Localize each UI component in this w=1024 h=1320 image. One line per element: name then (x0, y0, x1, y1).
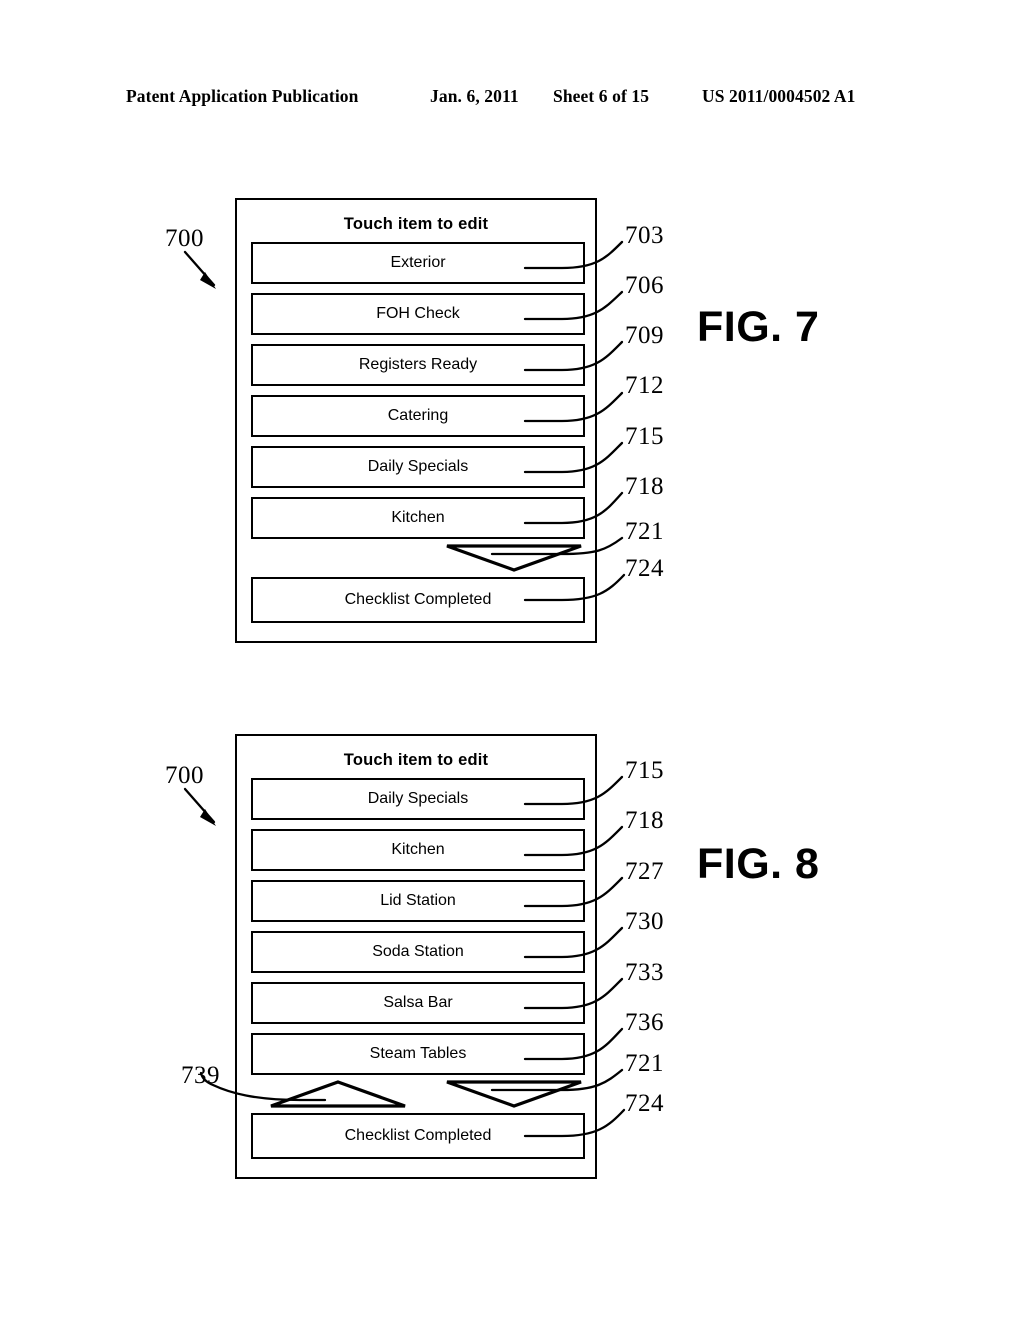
header-patent-number: US 2011/0004502 A1 (702, 86, 856, 106)
checklist-item-label: Daily Specials (367, 790, 469, 807)
leader-arrowhead-device-fig7 (200, 272, 216, 289)
checklist-item-button[interactable]: Lid Station (251, 880, 585, 922)
reference-numeral-724: 724 (625, 555, 664, 582)
checklist-completed-label: Checklist Completed (344, 1127, 492, 1144)
checklist-item-label: FOH Check (376, 305, 460, 322)
checklist-completed-label: Checklist Completed (344, 591, 492, 608)
panel-title-fig8: Touch item to edit (343, 751, 489, 769)
page-header: Patent Application Publication Jan. 6, 2… (0, 86, 1024, 112)
reference-numeral-739: 739 (181, 1062, 220, 1089)
reference-numeral-715: 715 (625, 757, 664, 784)
checklist-item-button[interactable]: Kitchen (251, 497, 585, 539)
checklist-item-label: Exterior (390, 254, 446, 271)
leader-line-device-fig8 (183, 787, 216, 824)
checklist-item-button[interactable]: Catering (251, 395, 585, 437)
checklist-completed-button[interactable]: Checklist Completed (251, 1113, 585, 1159)
device-panel-fig7: Touch item to edit Exterior FOH Check Re… (235, 198, 597, 643)
checklist-item-button[interactable]: Registers Ready (251, 344, 585, 386)
checklist-item-label: Kitchen (391, 509, 445, 526)
reference-numeral-733: 733 (625, 959, 664, 986)
scroll-up-arrow-icon[interactable] (269, 1079, 407, 1109)
checklist-completed-button[interactable]: Checklist Completed (251, 577, 585, 623)
reference-numeral-715: 715 (625, 423, 664, 450)
checklist-item-label: Lid Station (380, 892, 456, 909)
checklist-item-button[interactable]: Salsa Bar (251, 982, 585, 1024)
checklist-item-button[interactable]: Soda Station (251, 931, 585, 973)
figure-caption-fig8: FIG. 8 (697, 840, 820, 888)
leader-arrowhead-device-fig8 (200, 809, 216, 826)
checklist-item-label: Soda Station (372, 943, 464, 960)
reference-numeral-706: 706 (625, 272, 664, 299)
header-publication: Patent Application Publication (126, 86, 359, 106)
reference-numeral-718: 718 (625, 807, 664, 834)
checklist-item-label: Registers Ready (358, 356, 478, 373)
reference-numeral-device-fig8: 700 (165, 762, 204, 789)
checklist-item-button[interactable]: Kitchen (251, 829, 585, 871)
checklist-item-label: Salsa Bar (383, 994, 453, 1011)
leader-line-device-fig7 (183, 250, 216, 287)
checklist-item-button[interactable]: Steam Tables (251, 1033, 585, 1075)
reference-numeral-device-fig7: 700 (165, 225, 204, 252)
checklist-item-label: Steam Tables (369, 1045, 467, 1062)
reference-numeral-736: 736 (625, 1009, 664, 1036)
scroll-down-arrow-icon[interactable] (445, 1079, 583, 1109)
checklist-item-label: Daily Specials (367, 458, 469, 475)
panel-title-fig7: Touch item to edit (343, 215, 489, 233)
checklist-item-label: Catering (387, 407, 449, 424)
reference-numeral-709: 709 (625, 322, 664, 349)
reference-numeral-727: 727 (625, 858, 664, 885)
reference-numeral-712: 712 (625, 372, 664, 399)
scroll-down-arrow-icon[interactable] (445, 543, 583, 573)
figure-caption-fig7: FIG. 7 (697, 303, 820, 351)
checklist-item-label: Kitchen (391, 841, 445, 858)
checklist-item-button[interactable]: Exterior (251, 242, 585, 284)
reference-numeral-703: 703 (625, 222, 664, 249)
checklist-item-button[interactable]: Daily Specials (251, 778, 585, 820)
checklist-item-button[interactable]: Daily Specials (251, 446, 585, 488)
reference-numeral-721: 721 (625, 518, 664, 545)
reference-numeral-730: 730 (625, 908, 664, 935)
reference-numeral-718: 718 (625, 473, 664, 500)
reference-numeral-724: 724 (625, 1090, 664, 1117)
header-sheet: Sheet 6 of 15 (553, 86, 650, 106)
reference-numeral-721: 721 (625, 1050, 664, 1077)
checklist-item-button[interactable]: FOH Check (251, 293, 585, 335)
header-date: Jan. 6, 2011 (430, 86, 519, 106)
device-panel-fig8: Touch item to edit Daily Specials Kitche… (235, 734, 597, 1179)
